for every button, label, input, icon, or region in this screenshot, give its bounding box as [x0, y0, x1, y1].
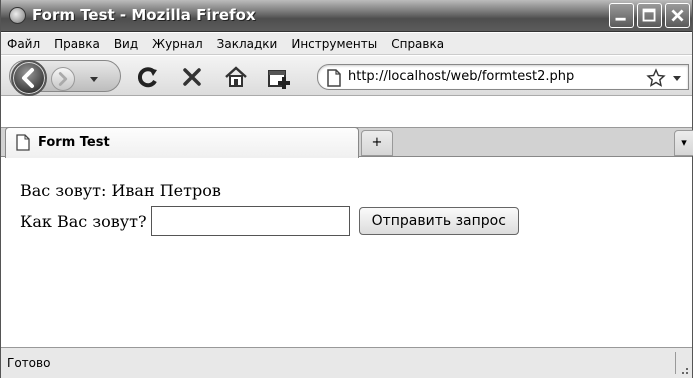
nav-dropdown-icon[interactable] — [85, 70, 103, 88]
tab-form-test[interactable]: Form Test — [5, 127, 359, 158]
url-dropdown-icon[interactable] — [670, 71, 684, 85]
tab-strip: Form Test + ▾ — [1, 127, 693, 158]
chevron-down-icon: ▾ — [681, 136, 687, 149]
status-divider — [675, 352, 676, 374]
new-tab-button[interactable]: + — [361, 130, 393, 156]
new-tab-icon[interactable] — [267, 64, 293, 90]
menu-edit[interactable]: Правка — [54, 37, 100, 51]
greeting-text: Вас зовут: Иван Петров — [20, 181, 221, 200]
page-content: Вас зовут: Иван Петров Как Вас зовут? От… — [1, 170, 692, 347]
status-text: Готово — [7, 356, 51, 370]
stop-icon[interactable] — [179, 64, 205, 90]
back-icon — [22, 68, 34, 88]
plus-icon: + — [371, 135, 383, 150]
name-prompt-label: Как Вас зовут? — [20, 211, 147, 231]
resize-grip-icon[interactable] — [678, 364, 690, 376]
window-title: Form Test - Mozilla Firefox — [32, 6, 256, 24]
home-icon[interactable] — [223, 64, 249, 90]
minimize-button[interactable] — [609, 3, 634, 28]
minimize-icon — [615, 17, 626, 21]
firefox-icon — [9, 7, 26, 24]
name-input[interactable] — [150, 206, 350, 236]
menu-help[interactable]: Справка — [391, 37, 444, 51]
tab-label: Form Test — [38, 135, 110, 150]
window-controls — [609, 3, 690, 28]
name-form: Как Вас зовут? Отправить запрос — [20, 206, 519, 236]
menu-history[interactable]: Журнал — [152, 37, 203, 51]
back-button[interactable] — [11, 60, 47, 96]
menu-tools[interactable]: Инструменты — [291, 37, 377, 51]
forward-icon — [58, 72, 68, 86]
menu-view[interactable]: Вид — [114, 37, 138, 51]
close-button[interactable] — [665, 3, 690, 28]
tab-list-button[interactable]: ▾ — [674, 130, 693, 156]
status-bar: Готово — [1, 347, 692, 378]
bookmark-star-icon[interactable] — [646, 68, 666, 88]
browser-window: Form Test - Mozilla Firefox Файл Правка … — [0, 0, 693, 378]
url-text[interactable]: http://localhost/web/formtest2.php — [348, 69, 574, 84]
forward-button[interactable] — [51, 67, 75, 91]
navigation-toolbar: http://localhost/web/formtest2.php — [1, 56, 692, 96]
menu-bookmarks[interactable]: Закладки — [217, 37, 278, 51]
maximize-icon — [642, 8, 656, 22]
close-icon — [671, 9, 684, 22]
reload-icon[interactable] — [135, 64, 161, 90]
submit-button[interactable]: Отправить запрос — [358, 207, 519, 235]
maximize-button[interactable] — [637, 3, 662, 28]
tab-page-icon — [16, 134, 30, 151]
menu-file[interactable]: Файл — [7, 37, 40, 51]
address-bar[interactable]: http://localhost/web/formtest2.php — [317, 64, 689, 90]
page-icon — [327, 69, 341, 87]
menu-bar: Файл Правка Вид Журнал Закладки Инструме… — [1, 33, 692, 55]
title-bar: Form Test - Mozilla Firefox — [1, 0, 692, 32]
